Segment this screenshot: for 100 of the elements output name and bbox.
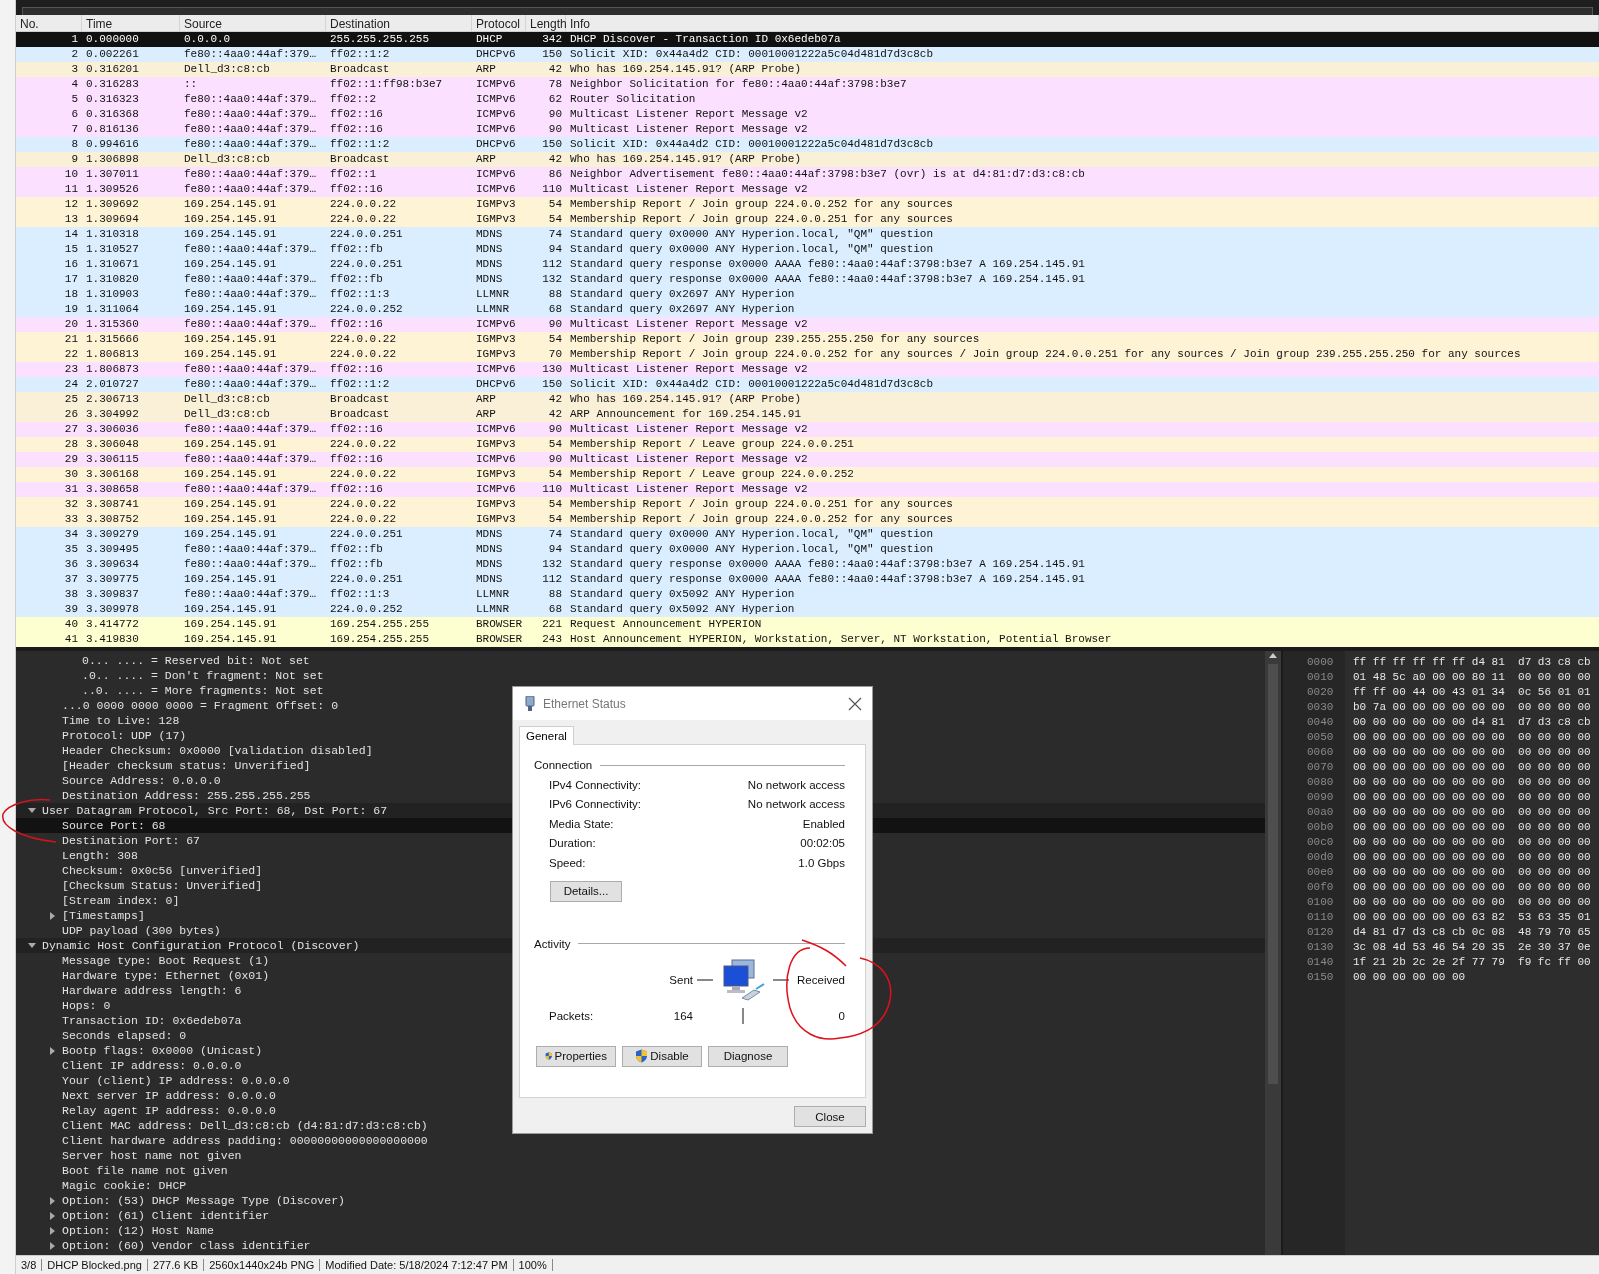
packet-info: Standard query response 0x0000 AAAA fe80::4aa0:44af:3798:b3e7 A 169.254.145.91	[569, 272, 1086, 287]
tree-item-label: Length: 308	[62, 848, 138, 863]
packet-protocol: BROWSER	[475, 617, 524, 632]
packet-destination: 224.0.0.251	[329, 227, 404, 242]
packet-length: 42	[547, 407, 563, 422]
packet-length: 110	[541, 482, 563, 497]
packet-number: 11	[63, 182, 79, 197]
field-label: Speed:	[549, 856, 586, 869]
packet-number: 20	[63, 317, 79, 332]
packet-length: 132	[541, 557, 563, 572]
packet-length: 62	[547, 92, 563, 107]
packet-time: 1.315360	[85, 317, 140, 332]
packet-time: 1.307011	[85, 167, 140, 182]
packet-destination: 224.0.0.22	[329, 347, 397, 362]
packet-time: 3.306036	[85, 422, 140, 437]
packet-source: 169.254.145.91	[183, 632, 278, 647]
packet-protocol: MDNS	[475, 272, 504, 287]
packet-source: 169.254.145.91	[183, 347, 278, 362]
packet-protocol: ICMPv6	[475, 482, 517, 497]
packet-number: 19	[63, 302, 79, 317]
hex-offset: 0090	[1307, 790, 1335, 805]
packet-info: Multicast Listener Report Message v2	[569, 452, 809, 467]
status-text: 100%	[513, 1259, 553, 1271]
packet-time: 1.315666	[85, 332, 140, 347]
packet-destination: ff02::1	[329, 167, 378, 182]
received-count: 0	[837, 1009, 845, 1022]
group-heading: Activity	[534, 937, 571, 950]
packet-number: 10	[63, 167, 79, 182]
hex-offset: 0060	[1307, 745, 1335, 760]
packet-protocol: ICMPv6	[475, 362, 517, 377]
packet-number: 30	[63, 467, 79, 482]
packet-info: Standard query 0x0000 ANY Hyperion.local, "QM" question	[569, 227, 935, 242]
packet-number: 40	[63, 617, 79, 632]
packet-info: Multicast Listener Report Message v2	[569, 482, 809, 497]
packet-destination: ff02::fb	[329, 242, 384, 257]
packet-protocol: ICMPv6	[475, 167, 517, 182]
packet-source: fe80::4aa0:44af:379…	[183, 107, 318, 122]
packet-number: 31	[63, 482, 79, 497]
packet-destination: 224.0.0.252	[329, 602, 404, 617]
hex-offset: 0030	[1307, 700, 1335, 715]
packet-number: 35	[63, 542, 79, 557]
packet-destination: 224.0.0.22	[329, 467, 397, 482]
packet-info: ARP Announcement for 169.254.145.91	[569, 407, 803, 422]
packet-info: Multicast Listener Report Message v2	[569, 182, 809, 197]
window-title: Ethernet Status	[543, 696, 627, 711]
packet-info: Membership Report / Join group 224.0.0.251 for any sources	[569, 212, 954, 227]
packet-time: 3.309495	[85, 542, 140, 557]
hex-bytes: ff ff 00 44 00 43 01 34 0c 56 01 01	[1353, 685, 1592, 700]
packet-number: 39	[63, 602, 79, 617]
packet-protocol: DHCPv6	[475, 137, 517, 152]
packet-protocol: LLMNR	[475, 287, 510, 302]
packet-time: 1.309694	[85, 212, 140, 227]
packet-source: fe80::4aa0:44af:379…	[183, 482, 318, 497]
packet-source: 169.254.145.91	[183, 257, 278, 272]
packet-protocol: MDNS	[475, 542, 504, 557]
received-label: Received	[796, 973, 845, 986]
packet-destination: 224.0.0.252	[329, 302, 404, 317]
sent-count: 164	[672, 1009, 693, 1022]
packet-protocol: ARP	[475, 62, 497, 77]
packet-length: 110	[541, 182, 563, 197]
hex-offset: 0040	[1307, 715, 1335, 730]
hex-offset: 0050	[1307, 730, 1335, 745]
packet-number: 4	[70, 77, 79, 92]
packet-protocol: IGMPv3	[475, 347, 517, 362]
packet-destination: ff02::1:ff98:b3e7	[329, 77, 444, 92]
hex-bytes: 00 00 00 00 00 00 00 00 00 00 00 00	[1353, 760, 1592, 775]
hex-offset: 0140	[1307, 955, 1335, 970]
packet-number: 27	[63, 422, 79, 437]
packet-info: Standard query response 0x0000 AAAA fe80::4aa0:44af:3798:b3e7 A 169.254.145.91	[569, 557, 1086, 572]
packet-length: 112	[541, 572, 563, 587]
packet-destination: ff02::1:3	[329, 287, 391, 302]
packet-source: 169.254.145.91	[183, 497, 278, 512]
packet-source: fe80::4aa0:44af:379…	[183, 137, 318, 152]
packet-number: 29	[63, 452, 79, 467]
hex-bytes: 00 00 00 00 00 00 00 00 00 00 00 00	[1353, 805, 1592, 820]
packet-time: 1.310671	[85, 257, 140, 272]
packet-length: 94	[547, 542, 563, 557]
packet-destination: ff02::fb	[329, 557, 384, 572]
packet-info: Who has 169.254.145.91? (ARP Probe)	[569, 62, 803, 77]
tree-item-label: User Datagram Protocol, Src Port: 68, Dst Port: 67	[42, 803, 388, 818]
packet-length: 150	[541, 137, 563, 152]
packet-source: fe80::4aa0:44af:379…	[183, 377, 318, 392]
packet-info: Standard query 0x2697 ANY Hyperion	[569, 287, 796, 302]
tree-item-label: Your (client) IP address: 0.0.0.0	[62, 1073, 290, 1088]
packet-info: Standard query 0x5092 ANY Hyperion	[569, 602, 796, 617]
packet-time: 1.306898	[85, 152, 140, 167]
packet-time: 1.311064	[85, 302, 140, 317]
packet-number: 15	[63, 242, 79, 257]
packet-protocol: MDNS	[475, 557, 504, 572]
packet-time: 1.806813	[85, 347, 140, 362]
packet-info: Solicit XID: 0x44a4d2 CID: 00010001222a5c04d481d7d3c8cb	[569, 47, 935, 62]
packet-protocol: ARP	[475, 407, 497, 422]
packet-protocol: MDNS	[475, 242, 504, 257]
packet-source: fe80::4aa0:44af:379…	[183, 242, 318, 257]
hex-offset: 00a0	[1307, 805, 1335, 820]
hex-offset: 00d0	[1307, 850, 1335, 865]
packet-length: 74	[547, 527, 563, 542]
packet-length: 54	[547, 497, 563, 512]
tree-item-label: Bootp flags: 0x0000 (Unicast)	[62, 1043, 263, 1058]
packet-destination: ff02::fb	[329, 542, 384, 557]
